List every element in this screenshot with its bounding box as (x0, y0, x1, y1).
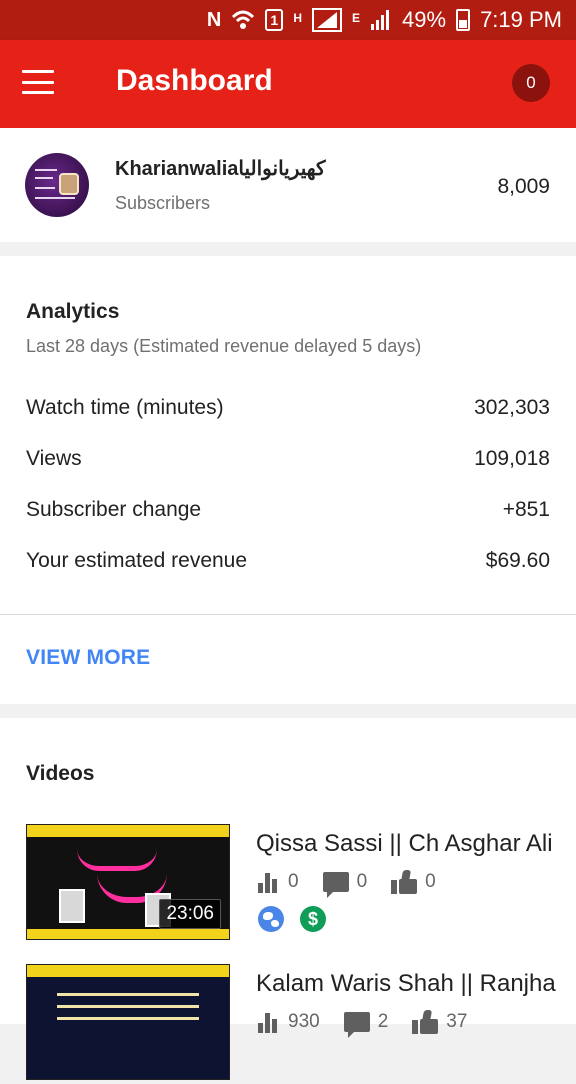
thumbs-up-icon (391, 870, 418, 894)
bar-chart-icon (258, 871, 280, 893)
comments-stat: 0 (322, 871, 368, 898)
video-item[interactable]: 23:06 Qissa Sassi || Ch Asghar Ali 0 0 0… (0, 824, 576, 944)
status-bar: N 1 H E 49% 7:19 PM (0, 0, 576, 40)
video-stats: 0 0 0 (258, 870, 450, 898)
notification-count-badge[interactable]: 0 (512, 64, 550, 102)
battery-icon (456, 9, 471, 31)
channel-card[interactable] (0, 128, 576, 242)
channel-avatar (25, 153, 89, 217)
subscribers-label: Subscribers (115, 193, 211, 213)
analytics-subtitle: Last 28 days (Estimated revenue delayed … (26, 336, 422, 356)
metric-views: Views 109,018 (26, 444, 550, 474)
video-duration: 23:06 (159, 899, 221, 929)
metric-value: +851 (502, 498, 550, 521)
likes-count: 37 (446, 1011, 468, 1032)
sim-slot-icon: 1 (265, 9, 284, 31)
network-type-h: H (293, 11, 302, 25)
comment-icon (343, 1012, 370, 1038)
video-stats: 930 2 37 (258, 1010, 481, 1038)
metric-estimated-revenue: Your estimated revenue $69.60 (26, 546, 550, 576)
views-stat: 0 (258, 871, 299, 893)
network-type-e: E (352, 11, 361, 25)
battery-percent: 49% (402, 7, 447, 32)
video-title: Kalam Waris Shah || Ranjha (256, 970, 556, 997)
video-item[interactable]: Kalam Waris Shah || Ranjha 930 2 37 (0, 964, 576, 1084)
views-count: 930 (288, 1011, 320, 1032)
metric-label: Your estimated revenue (26, 549, 248, 572)
subscribers-count: 8,009 (497, 175, 550, 198)
metric-value: 109,018 (474, 447, 550, 470)
bar-chart-icon (258, 1011, 280, 1033)
metric-label: Subscriber change (26, 498, 202, 521)
globe-icon (258, 906, 284, 932)
signal-icon-2 (370, 8, 392, 32)
metric-value: 302,303 (474, 396, 550, 419)
wifi-icon (231, 8, 255, 32)
video-thumbnail: 23:06 (26, 824, 230, 940)
video-thumbnail (26, 964, 230, 1080)
signal-icon-1 (312, 8, 342, 32)
page-title: Dashboard (116, 64, 273, 97)
views-stat: 930 (258, 1011, 320, 1033)
videos-title: Videos (26, 762, 95, 785)
analytics-title: Analytics (26, 300, 120, 323)
metric-subscriber-change: Subscriber change +851 (26, 495, 550, 525)
app-bar: Dashboard 0 (0, 40, 576, 128)
menu-icon[interactable] (22, 70, 54, 94)
views-count: 0 (288, 871, 299, 892)
likes-stat: 0 (391, 870, 436, 894)
likes-count: 0 (425, 871, 436, 892)
channel-name: Kharianwaliaکھیریانوالیا (115, 158, 326, 180)
metric-value: $69.60 (485, 549, 550, 572)
notification-n-icon: N (206, 8, 222, 31)
metric-label: Views (26, 447, 82, 470)
metric-watch-time: Watch time (minutes) 302,303 (26, 393, 550, 423)
divider (0, 614, 576, 615)
video-title: Qissa Sassi || Ch Asghar Ali (256, 830, 553, 857)
comment-icon (322, 872, 349, 898)
dollar-icon: $ (300, 906, 326, 932)
comments-count: 0 (356, 871, 368, 892)
thumbs-up-icon (412, 1010, 439, 1034)
comments-stat: 2 (343, 1011, 389, 1038)
video-badges: $ (258, 906, 326, 932)
comments-count: 2 (377, 1011, 389, 1032)
likes-stat: 37 (412, 1010, 467, 1034)
view-more-link[interactable]: VIEW MORE (26, 646, 150, 670)
metric-label: Watch time (minutes) (26, 396, 224, 419)
clock: 7:19 PM (480, 7, 562, 32)
